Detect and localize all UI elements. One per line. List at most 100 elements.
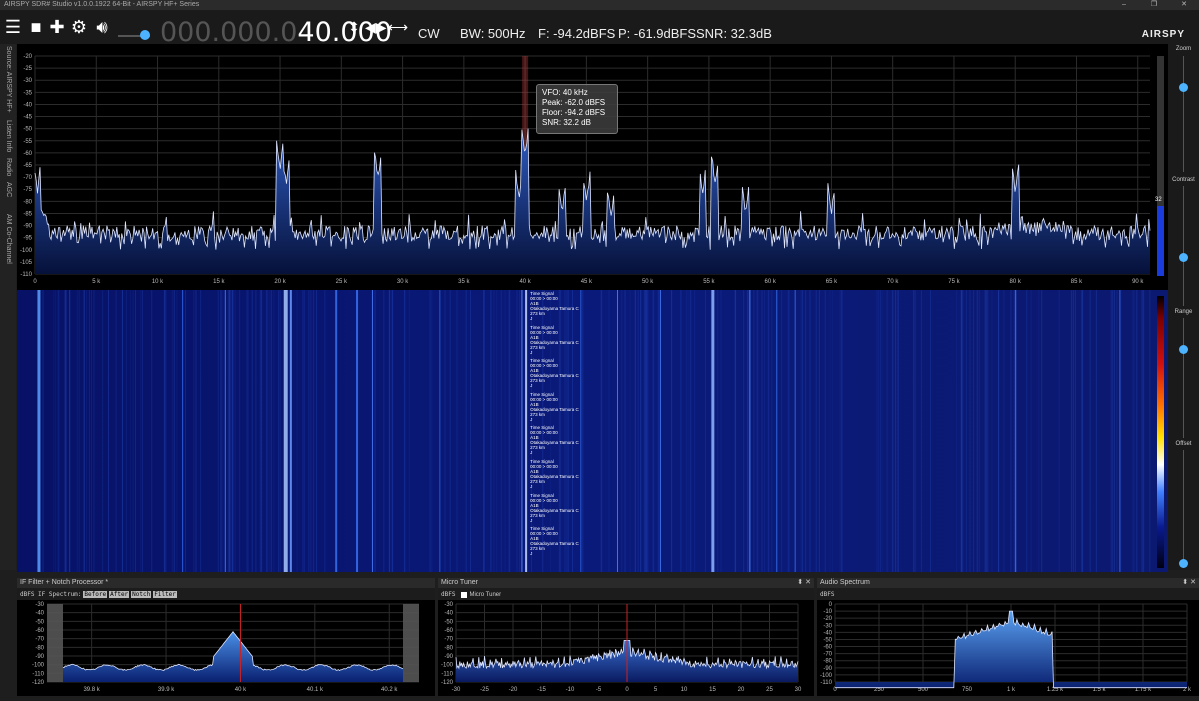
- waterfall-noise-line: [629, 290, 631, 572]
- waterfall-plot[interactable]: [17, 290, 1168, 572]
- after-toggle[interactable]: After: [109, 591, 130, 598]
- filter-toggle[interactable]: Filter: [153, 591, 177, 598]
- waterfall-noise-line: [163, 290, 165, 572]
- station-label[interactable]: Time Signal 00:00 > 00:00 A1B Otakadoyama T…: [521, 358, 579, 388]
- waterfall-noise-line: [897, 290, 899, 572]
- waterfall-noise-line: [688, 290, 690, 572]
- waterfall-panel[interactable]: Time Signal 00:00 > 00:00 A1B Otakadoyama T…: [17, 290, 1168, 572]
- waterfall-noise-line: [261, 290, 263, 572]
- micro-tuner-checkbox[interactable]: [461, 591, 468, 598]
- spectrum-plot[interactable]: dBFS-20-25-30-35-40-45-50-55-60-65-70-75…: [17, 44, 1168, 290]
- waterfall-noise-line: [621, 290, 623, 572]
- x-tick-label: 20: [738, 687, 745, 693]
- station-label-line: J: [530, 484, 533, 489]
- station-label[interactable]: Time Signal 00:00 > 00:00 A1B Otakadoyama T…: [521, 325, 579, 355]
- waterfall-noise-line: [388, 290, 390, 572]
- waterfall-background: [17, 290, 1168, 572]
- waterfall-noise-line: [509, 290, 511, 572]
- before-toggle[interactable]: Before: [83, 591, 108, 598]
- if-filter-subheader: dBFS IF Spectrum: Before After Notch Filter: [17, 590, 435, 600]
- volume-slider-knob[interactable]: [140, 30, 151, 40]
- y-tick-label: -50: [444, 619, 453, 625]
- y-tick-label: -25: [23, 66, 32, 72]
- audio-spectrum-close-icon[interactable]: ✕: [1190, 579, 1196, 586]
- waterfall-noise-line: [125, 290, 127, 572]
- waterfall-noise-line: [409, 290, 411, 572]
- x-tick-label: 25: [766, 687, 773, 693]
- stop-icon[interactable]: ■: [26, 16, 46, 38]
- tab-source[interactable]: Source: AIRSPY HF+ Series: [0, 44, 16, 114]
- micro-tuner-plot[interactable]: -30-40-50-60-70-80-90-100-110-120-30 -25-…: [438, 600, 814, 696]
- menu-icon[interactable]: ☰: [3, 16, 23, 38]
- offset-slider-knob[interactable]: [1179, 559, 1188, 569]
- close-button[interactable]: ✕: [1169, 0, 1199, 10]
- tab-radio[interactable]: Radio: [0, 156, 16, 178]
- station-label[interactable]: Time Signal 00:00 > 00:00 A1B Otakadoyama T…: [521, 392, 579, 422]
- audio-spectrum-float-icon[interactable]: ⬍: [1182, 579, 1188, 586]
- x-tick-label: 1 k: [1007, 687, 1016, 693]
- waterfall-noise-line: [141, 290, 143, 572]
- station-label[interactable]: Time Signal 00:00 > 00:00 A1B Otakadoyama T…: [521, 425, 579, 455]
- spectrum-panel[interactable]: dBFS-20-25-30-35-40-45-50-55-60-65-70-75…: [17, 44, 1168, 290]
- y-tick-label: -80: [823, 659, 832, 665]
- waterfall-noise-line: [504, 290, 506, 572]
- waterfall-noise-line: [93, 290, 95, 572]
- x-tick-label: 750: [962, 687, 973, 693]
- waterfall-noise-line: [383, 290, 385, 572]
- speaker-icon[interactable]: 🔊︎: [92, 16, 112, 38]
- station-label[interactable]: Time Signal 00:00 > 00:00 A1B Otakadoyama T…: [521, 493, 579, 523]
- waterfall-noise-line: [86, 290, 88, 572]
- station-label[interactable]: Time Signal 00:00 > 00:00 A1B Otakadoyama T…: [521, 459, 579, 489]
- y-tick-label: -95: [23, 236, 32, 242]
- range-slider-knob[interactable]: [1179, 345, 1188, 355]
- station-label[interactable]: Time Signal 00:00 > 00:00 A1B Otakadoyama T…: [521, 526, 579, 556]
- y-tick-label: -30: [23, 78, 32, 84]
- waterfall-noise-line: [670, 290, 672, 572]
- waterfall-noise-line: [324, 290, 326, 572]
- contrast-slider-knob[interactable]: [1179, 252, 1188, 262]
- mode-label[interactable]: CW: [418, 26, 440, 42]
- waterfall-noise-line: [221, 290, 223, 572]
- zoom-slider[interactable]: [1183, 56, 1184, 172]
- station-label[interactable]: Time Signal 00:00 > 00:00 A1B Otakadoyama T…: [521, 291, 579, 321]
- if-spectrum-plot[interactable]: -30 -40 -50 -60 -70 -80 -90 -100 -110 -120 39.8 k 3…: [17, 600, 435, 696]
- waterfall-noise-line: [259, 290, 261, 572]
- waterfall-noise-line: [217, 290, 219, 572]
- y-tick-label: -110: [441, 671, 453, 677]
- offset-slider[interactable]: [1183, 450, 1184, 568]
- y-tick-label: -100: [20, 248, 33, 254]
- left-right-arrows-icon[interactable]: ◀▶: [365, 16, 387, 38]
- contrast-slider[interactable]: [1183, 186, 1184, 306]
- gear-icon[interactable]: ⚙: [69, 16, 89, 38]
- minimize-button[interactable]: –: [1109, 0, 1139, 10]
- contrast-label: Contrast: [1172, 177, 1195, 183]
- plus-icon[interactable]: ✚: [47, 16, 67, 38]
- up-down-arrows-icon[interactable]: ⬍: [344, 16, 364, 38]
- y-tick-label: -30: [35, 602, 44, 608]
- tab-am-cochannel[interactable]: AM Co-Channel Canceller: [0, 202, 16, 276]
- micro-tuner-close-icon[interactable]: ✕: [805, 579, 811, 586]
- tab-listen-info[interactable]: Listen Info: [0, 118, 16, 154]
- waterfall-noise-line: [818, 290, 820, 572]
- waterfall-noise-line: [58, 290, 60, 572]
- tab-agc[interactable]: AGC: [0, 180, 16, 200]
- waterfall-noise-line: [83, 290, 85, 572]
- audio-spectrum-controls: ⬍ ✕: [1182, 578, 1196, 588]
- maximize-button[interactable]: ❐: [1139, 0, 1169, 10]
- waterfall-noise-line: [121, 290, 123, 572]
- range-slider[interactable]: [1183, 318, 1184, 438]
- micro-tuner-panel: Micro Tuner ⬍ ✕ dBFS Micro Tuner -30 -40 -5…: [438, 578, 814, 696]
- waterfall-noise-line: [132, 290, 134, 572]
- zoom-slider-knob[interactable]: [1179, 83, 1188, 93]
- waterfall-noise-line: [195, 290, 197, 572]
- waterfall-noise-line: [805, 290, 807, 572]
- waterfall-noise-line: [657, 290, 659, 572]
- airspy-logo: AIRSPY: [1141, 29, 1185, 40]
- waterfall-noise-line: [652, 290, 654, 572]
- audio-spectrum-plot[interactable]: 0-10-20-30-40-50-60-70-80-90-100-1100 250…: [817, 600, 1199, 696]
- span-icon[interactable]: ⟷: [388, 16, 408, 38]
- waterfall-noise-line: [768, 290, 770, 572]
- window-titlebar: AIRSPY SDR# Studio v1.0.0.1922 64-Bit - …: [0, 0, 1199, 10]
- notch-toggle[interactable]: Notch: [131, 591, 152, 598]
- micro-tuner-float-icon[interactable]: ⬍: [797, 579, 803, 586]
